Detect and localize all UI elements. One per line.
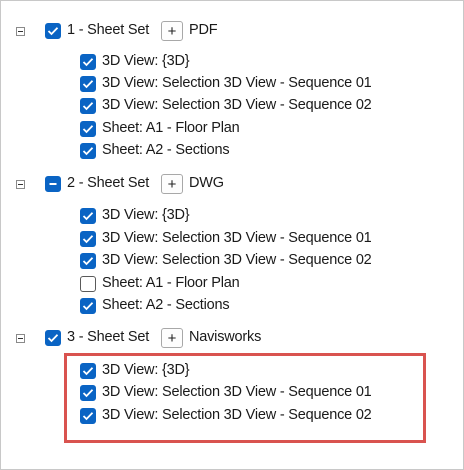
checkmark-icon	[47, 27, 59, 36]
tree-item: 3D View: {3D}	[1, 51, 461, 73]
item-label: Sheet: A2 - Sections	[102, 297, 230, 313]
item-label: 3D View: Selection 3D View - Sequence 02	[102, 252, 372, 268]
checkmark-icon	[82, 102, 94, 111]
sheet-set-format: Navisworks	[189, 329, 262, 345]
add-button[interactable]: +	[161, 174, 183, 194]
sheet-set-3-checkbox[interactable]	[45, 330, 61, 346]
item-label: 3D View: {3D}	[102, 207, 190, 223]
checkmark-icon	[82, 212, 94, 221]
add-button[interactable]: +	[161, 328, 183, 348]
item-checkbox[interactable]	[80, 298, 96, 314]
sheet-set-format: PDF	[189, 22, 218, 38]
item-checkbox[interactable]	[80, 253, 96, 269]
sheet-set-node-3: 3 - Sheet Set + Navisworks	[1, 327, 461, 349]
item-label: 3D View: Selection 3D View - Sequence 02	[102, 97, 372, 113]
item-checkbox[interactable]	[80, 208, 96, 224]
item-checkbox[interactable]	[80, 276, 96, 292]
checkmark-icon	[82, 257, 94, 266]
item-label: Sheet: A1 - Floor Plan	[102, 275, 240, 291]
item-checkbox[interactable]	[80, 54, 96, 70]
collapse-icon[interactable]	[16, 27, 25, 36]
sheet-set-label: 1 - Sheet Set	[67, 22, 150, 38]
checkmark-icon	[82, 125, 94, 134]
sheet-set-node-2: 2 - Sheet Set + DWG	[1, 173, 461, 195]
tree-item: Sheet: A2 - Sections	[1, 140, 461, 162]
add-button[interactable]: +	[161, 21, 183, 41]
sheet-set-node-1: 1 - Sheet Set + PDF	[1, 20, 461, 42]
collapse-icon[interactable]	[16, 334, 25, 343]
sheet-set-2-checkbox[interactable]	[45, 176, 61, 192]
tree-item: Sheet: A1 - Floor Plan	[1, 118, 461, 140]
checkmark-icon	[82, 235, 94, 244]
sheet-set-tree: 1 - Sheet Set + PDF 3D View: {3D} 3D Vie…	[0, 0, 464, 470]
tree-item: 3D View: Selection 3D View - Sequence 02	[1, 95, 461, 117]
item-checkbox[interactable]	[80, 231, 96, 247]
item-label: Sheet: A2 - Sections	[102, 142, 230, 158]
tree-item: 3D View: Selection 3D View - Sequence 02	[1, 250, 461, 272]
highlight-box	[64, 353, 426, 443]
tree-item: 3D View: Selection 3D View - Sequence 01	[1, 228, 461, 250]
collapse-icon[interactable]	[16, 180, 25, 189]
item-label: 3D View: {3D}	[102, 53, 190, 69]
checkmark-icon	[82, 147, 94, 156]
item-label: Sheet: A1 - Floor Plan	[102, 120, 240, 136]
item-checkbox[interactable]	[80, 121, 96, 137]
checkmark-icon	[82, 80, 94, 89]
sheet-set-format: DWG	[189, 175, 224, 191]
sheet-set-1-checkbox[interactable]	[45, 23, 61, 39]
sheet-set-label: 3 - Sheet Set	[67, 329, 150, 345]
checkmark-icon	[47, 334, 59, 343]
item-label: 3D View: Selection 3D View - Sequence 01	[102, 75, 372, 91]
checkmark-icon	[82, 58, 94, 67]
tree-item: 3D View: {3D}	[1, 205, 461, 227]
item-checkbox[interactable]	[80, 98, 96, 114]
item-checkbox[interactable]	[80, 76, 96, 92]
tree-item: 3D View: Selection 3D View - Sequence 01	[1, 73, 461, 95]
item-label: 3D View: Selection 3D View - Sequence 01	[102, 230, 372, 246]
checkmark-icon	[82, 302, 94, 311]
sheet-set-label: 2 - Sheet Set	[67, 175, 150, 191]
tree-item: Sheet: A1 - Floor Plan	[1, 273, 461, 295]
tree-item: Sheet: A2 - Sections	[1, 295, 461, 317]
indeterminate-icon	[49, 183, 57, 185]
item-checkbox[interactable]	[80, 143, 96, 159]
